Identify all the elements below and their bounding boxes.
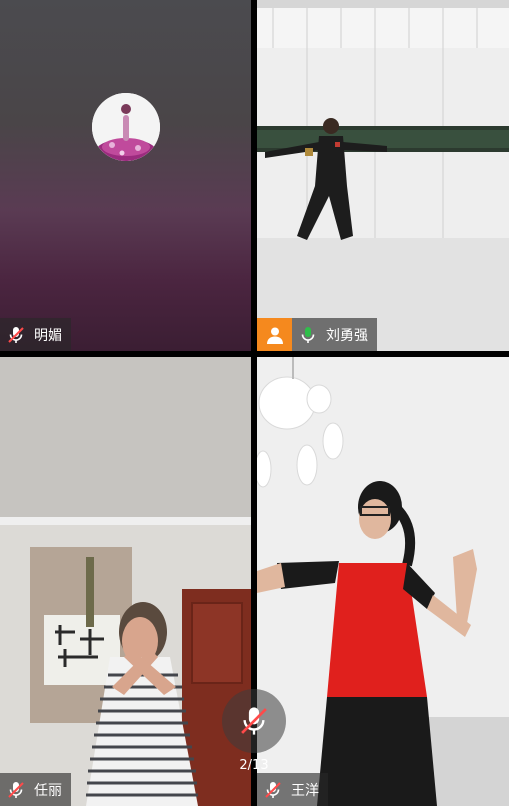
mic-muted-icon bbox=[8, 326, 24, 343]
video-frame bbox=[257, 0, 509, 351]
mic-muted-icon bbox=[241, 707, 267, 735]
participant-tile-4[interactable]: 王洋 bbox=[257, 357, 509, 806]
participant-tile-1[interactable]: 明媚 bbox=[0, 0, 251, 351]
participant-name-bar: 王洋 bbox=[257, 773, 328, 806]
participant-avatar bbox=[92, 93, 160, 161]
participant-name: 刘勇强 bbox=[326, 327, 368, 344]
host-user-icon bbox=[257, 318, 292, 351]
participant-tile-3[interactable]: 任丽 bbox=[0, 357, 251, 806]
participant-name-bar: 明媚 bbox=[0, 318, 71, 351]
mute-toggle-button[interactable] bbox=[222, 689, 286, 753]
video-grid: 明媚 刘勇强 任丽 王洋 2/13 bbox=[0, 0, 509, 806]
participant-tile-2[interactable]: 刘勇强 bbox=[257, 0, 509, 351]
mic-muted-icon bbox=[8, 781, 24, 798]
video-frame bbox=[257, 357, 509, 806]
video-frame bbox=[0, 357, 251, 806]
participant-name-bar: 任丽 bbox=[0, 773, 71, 806]
participant-name: 任丽 bbox=[34, 782, 62, 799]
participant-name: 王洋 bbox=[291, 782, 319, 799]
mic-muted-icon bbox=[265, 781, 281, 798]
page-indicator: 2/13 bbox=[239, 758, 269, 773]
mic-on-icon bbox=[301, 326, 315, 343]
participant-name-bar: 刘勇强 bbox=[257, 318, 377, 351]
participant-name: 明媚 bbox=[34, 327, 62, 344]
